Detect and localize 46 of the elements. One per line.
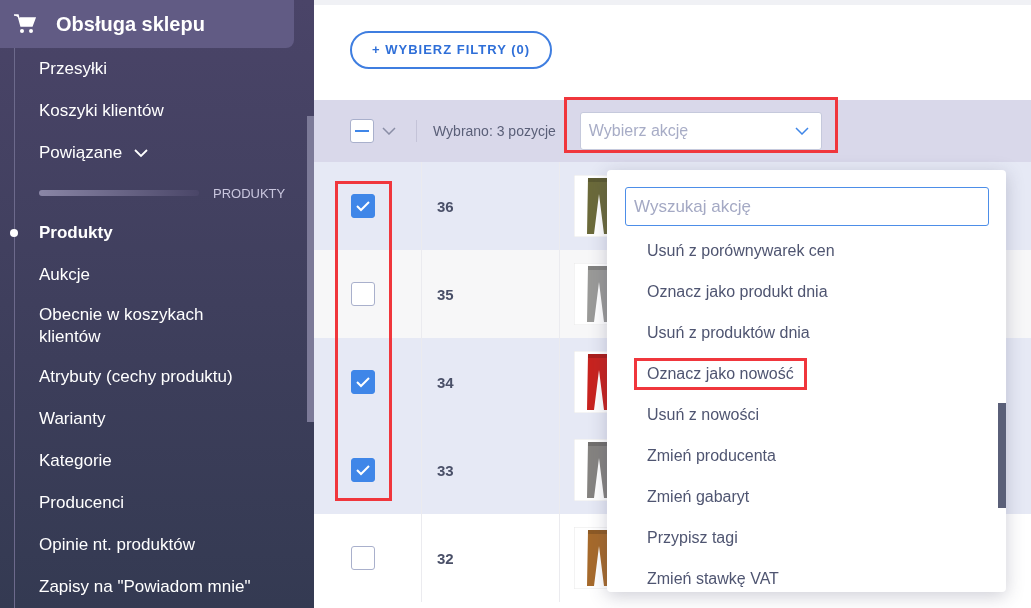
sidebar-item[interactable]: Aukcje xyxy=(39,264,91,286)
table-cell: 36 xyxy=(437,197,454,215)
sidebar-item[interactable]: Producenci xyxy=(39,492,125,514)
chevron-down-icon xyxy=(794,127,809,135)
section-heading: PRODUKTY xyxy=(213,185,286,201)
row-checkbox[interactable] xyxy=(351,546,375,570)
sidebar-item[interactable]: Zapisy na "Powiadom mnie" xyxy=(39,576,251,598)
sidebar-item[interactable]: Atrybuty (cechy produktu) xyxy=(39,366,233,388)
menu-item[interactable]: Oznacz jako produkt dnia xyxy=(634,275,841,308)
table-cell: 32 xyxy=(437,549,454,567)
caret-icon[interactable] xyxy=(382,127,396,135)
menu-item[interactable]: Usuń z produktów dnia xyxy=(634,316,823,349)
sidebar-item[interactable]: Koszyki klientów xyxy=(39,100,164,122)
menu-item[interactable]: Usuń z nowości xyxy=(634,398,773,431)
sidebar-item[interactable]: Przesyłki xyxy=(39,58,107,80)
sidebar-item[interactable]: Kategorie xyxy=(39,450,112,472)
sidebar-item[interactable]: Opinie nt. produktów xyxy=(39,534,195,556)
menu-item[interactable]: Przypisz tagi xyxy=(634,521,751,554)
check-icon xyxy=(356,200,370,212)
menu-item[interactable]: Zmień stawkę VAT xyxy=(634,562,792,595)
menu-item[interactable]: Usuń z porównywarek cen xyxy=(634,234,848,267)
sidebar-item[interactable]: Obecnie w koszykach klientów xyxy=(39,304,269,348)
menu-item[interactable]: Zmień producenta xyxy=(634,439,789,472)
sidebar-item[interactable]: Produkty xyxy=(39,222,113,244)
sidebar-title: Obsługa sklepu xyxy=(56,12,205,36)
filters-button[interactable]: + WYBIERZ FILTRY (0) xyxy=(350,30,553,69)
sidebar-header[interactable]: Obsługa sklepu xyxy=(0,0,294,48)
row-checkbox[interactable] xyxy=(351,282,375,306)
row-checkbox[interactable] xyxy=(351,194,375,218)
table-cell: 35 xyxy=(437,285,454,303)
scrollbar[interactable] xyxy=(998,403,1006,508)
check-icon xyxy=(356,376,370,388)
cart-icon xyxy=(14,14,36,34)
table-cell: 33 xyxy=(437,461,454,479)
row-checkbox[interactable] xyxy=(351,458,375,482)
sidebar-item[interactable]: Powiązane xyxy=(39,142,123,164)
menu-item[interactable]: Zmień gabaryt xyxy=(634,480,763,513)
selection-count: Wybrano: 3 pozycje xyxy=(433,123,556,139)
sidebar-item[interactable]: Warianty xyxy=(39,408,106,430)
menu-item[interactable]: Oznacz jako nowość xyxy=(634,357,807,390)
active-dot xyxy=(10,229,18,237)
table-cell: 34 xyxy=(437,373,454,391)
row-checkbox[interactable] xyxy=(351,370,375,394)
check-icon xyxy=(356,464,370,476)
scrollbar[interactable] xyxy=(307,116,314,422)
select-all-checkbox[interactable] xyxy=(350,119,374,143)
